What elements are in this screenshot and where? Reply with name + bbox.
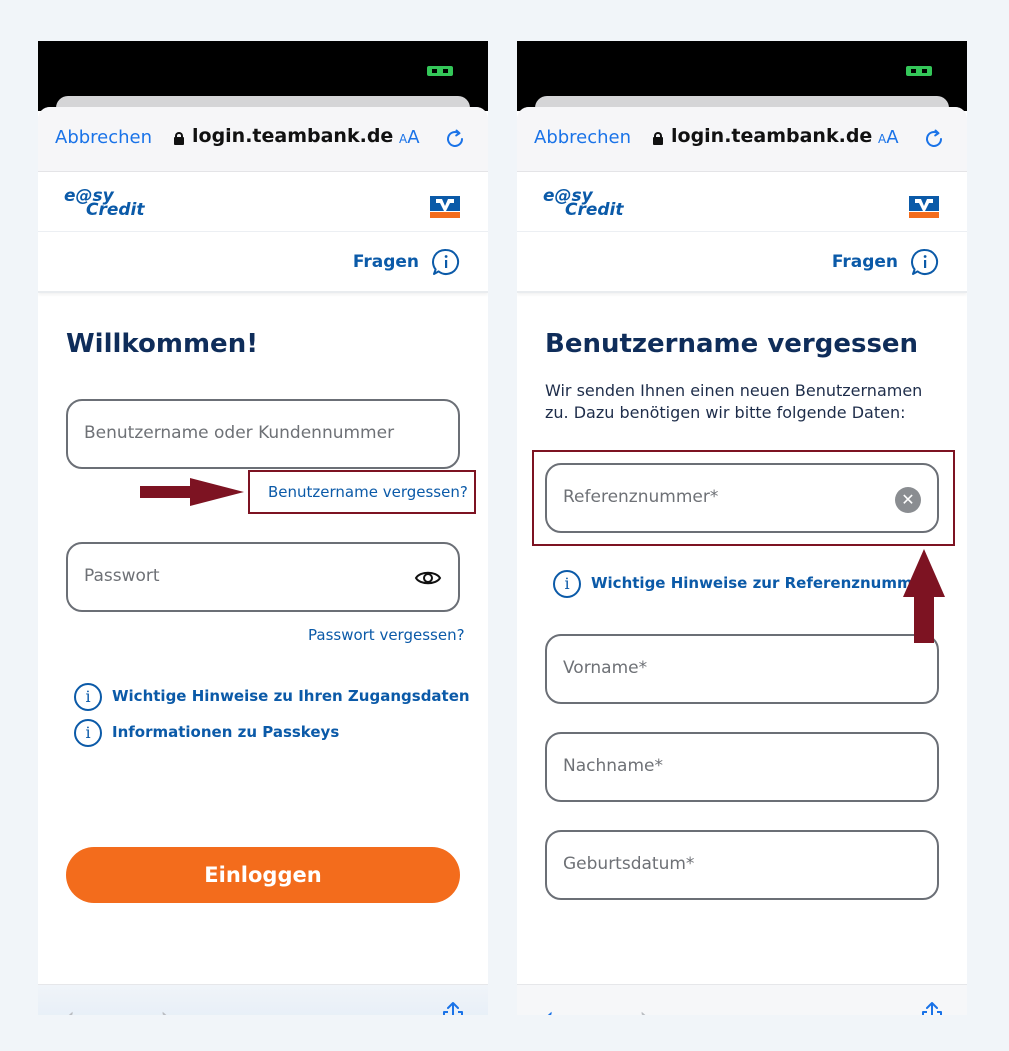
birthdate-input[interactable] [563, 854, 883, 874]
text-size-button[interactable]: AA [399, 127, 420, 148]
browser-sheet: Abbrechen login.teambank.de AA e@sy Cred… [38, 107, 488, 1015]
highlight-reference-field [532, 450, 955, 546]
volksbank-logo-icon [909, 196, 939, 218]
fragen-link[interactable]: Fragen [832, 252, 898, 272]
info-icon: i [74, 719, 102, 747]
birthdate-field[interactable] [545, 830, 939, 900]
back-icon[interactable]: ‹ [543, 1003, 554, 1016]
password-field[interactable] [66, 542, 460, 612]
arrow-up-icon [903, 549, 945, 643]
share-icon[interactable] [920, 1001, 944, 1015]
username-input[interactable] [84, 423, 404, 443]
lastname-input[interactable] [563, 756, 883, 776]
easycredit-logo[interactable]: e@sy Credit [64, 188, 145, 219]
volksbank-logo-icon [430, 196, 460, 218]
info-bubble-icon[interactable] [432, 248, 460, 276]
forward-icon[interactable]: › [160, 1003, 171, 1016]
browser-toolbar: ‹ › [38, 984, 488, 1015]
browser-sheet: Abbrechen login.teambank.de AA e@sy Cred… [517, 107, 967, 1015]
login-button[interactable]: Einloggen [66, 847, 460, 903]
lock-icon [174, 132, 184, 145]
eye-icon[interactable] [414, 568, 442, 588]
browser-toolbar: ‹ › [517, 984, 967, 1015]
info-icon: i [553, 570, 581, 598]
battery-icon [906, 66, 932, 76]
page-title: Benutzername vergessen [545, 329, 919, 359]
lastname-field[interactable] [545, 732, 939, 802]
domain-label[interactable]: login.teambank.de [192, 125, 393, 147]
firstname-field[interactable] [545, 634, 939, 704]
reload-icon[interactable] [922, 127, 946, 151]
lock-icon [653, 132, 663, 145]
arrow-right-icon [140, 478, 244, 506]
username-field[interactable] [66, 399, 460, 469]
help-bar: Fragen [38, 232, 488, 293]
url-bar: Abbrechen login.teambank.de AA [38, 107, 488, 172]
site-header: e@sy Credit [38, 173, 488, 232]
info-link-label[interactable]: Wichtige Hinweise zu Ihren Zugangsdaten [112, 687, 470, 705]
cancel-button[interactable]: Abbrechen [55, 127, 152, 148]
battery-icon [427, 66, 453, 76]
forgot-password-link[interactable]: Passwort vergessen? [308, 626, 465, 644]
intro-text: Wir senden Ihnen einen neuen Benutzernam… [545, 381, 923, 422]
forward-icon[interactable]: › [639, 1003, 650, 1016]
info-icon: i [74, 683, 102, 711]
reload-icon[interactable] [443, 127, 467, 151]
domain-label[interactable]: login.teambank.de [671, 125, 872, 147]
help-bar: Fragen [517, 232, 967, 293]
info-bubble-icon[interactable] [911, 248, 939, 276]
text-size-button[interactable]: AA [878, 127, 899, 148]
password-input[interactable] [84, 566, 404, 586]
highlight-forgot-username [248, 470, 476, 514]
firstname-input[interactable] [563, 658, 883, 678]
info-link-label[interactable]: Informationen zu Passkeys [112, 723, 339, 741]
site-header: e@sy Credit [517, 173, 967, 232]
cancel-button[interactable]: Abbrechen [534, 127, 631, 148]
url-bar: Abbrechen login.teambank.de AA [517, 107, 967, 172]
share-icon[interactable] [441, 1001, 465, 1015]
fragen-link[interactable]: Fragen [353, 252, 419, 272]
easycredit-logo[interactable]: e@sy Credit [543, 188, 624, 219]
page-title: Willkommen! [66, 329, 259, 359]
phone-login-screen: Abbrechen login.teambank.de AA e@sy Cred… [38, 41, 488, 1015]
info-link-label[interactable]: Wichtige Hinweise zur Referenznummer [591, 574, 930, 592]
back-icon[interactable]: ‹ [64, 1003, 75, 1016]
